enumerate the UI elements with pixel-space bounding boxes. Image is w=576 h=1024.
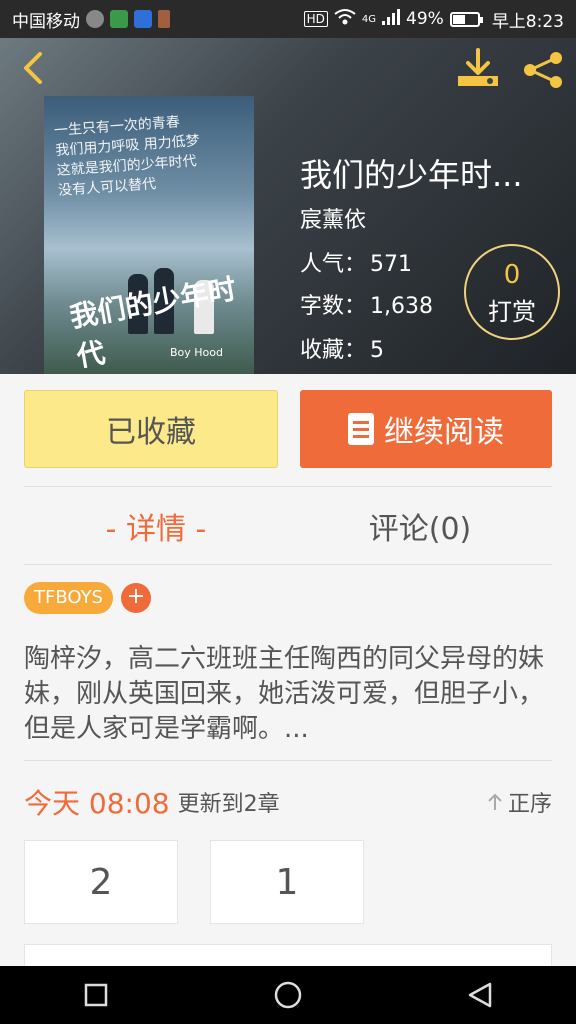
update-row: 今天 08:08 更新到2章 正序 (24, 782, 552, 822)
sort-order-toggle[interactable]: 正序 (486, 786, 552, 818)
lock-icon (110, 10, 128, 28)
share-icon (524, 52, 562, 88)
notification-icon (86, 10, 104, 28)
back-nav-button[interactable] (460, 975, 500, 1015)
cover-title: 我们的少年时代 (67, 272, 239, 374)
tag-chip[interactable]: TFBOYS (24, 582, 113, 614)
back-button[interactable] (14, 48, 54, 88)
triangle-back-icon (468, 982, 492, 1008)
signal-icon (382, 8, 401, 30)
book-header: 一生只有一次的青春 我们用力呼吸 用力低梦 这就是我们的少年时代 没有人可以替代… (0, 38, 576, 374)
hd-badge: HD (303, 11, 328, 27)
add-tag-button[interactable]: + (121, 583, 151, 613)
cover-subtitle: Boy Hood (170, 346, 223, 359)
book-icon (348, 413, 374, 445)
divider (24, 486, 552, 487)
favorited-button[interactable]: 已收藏 (24, 390, 278, 468)
continue-reading-button[interactable]: 继续阅读 (300, 390, 552, 468)
recent-apps-button[interactable] (76, 975, 116, 1015)
battery-percent: 49% (406, 9, 444, 29)
signal-label: 4G (361, 13, 377, 25)
tag-list: TFBOYS + (24, 582, 151, 614)
tab-comments[interactable]: 评论(0) (288, 490, 552, 562)
paw-icon (134, 10, 152, 28)
reward-label: 打赏 (488, 298, 536, 326)
system-nav-bar (0, 966, 576, 1024)
download-button[interactable] (456, 48, 500, 90)
reward-count: 0 (503, 260, 521, 290)
chapter-item[interactable]: 1 (210, 840, 364, 924)
stat-favorites: 收藏： 5 (300, 338, 385, 363)
battery-fill (452, 14, 465, 24)
wifi-icon (334, 8, 356, 31)
carrier-label: 中国移动 (12, 11, 80, 32)
stat-word-count: 字数： 1,638 (300, 294, 433, 319)
content-card (24, 944, 552, 966)
square-icon (84, 983, 108, 1007)
update-time: 今天 08:08 (24, 787, 170, 820)
download-icon (458, 48, 498, 86)
book-author[interactable]: 宸薰依 (300, 202, 366, 234)
home-button[interactable] (268, 975, 308, 1015)
book-title: 我们的少年时... (300, 156, 523, 194)
chapter-item[interactable]: 2 (24, 840, 178, 924)
book-cover[interactable]: 一生只有一次的青春 我们用力呼吸 用力低梦 这就是我们的少年时代 没有人可以替代… (44, 96, 254, 374)
battery-icon (449, 11, 483, 27)
divider (24, 564, 552, 565)
divider (24, 760, 552, 761)
status-bar: 中国移动 HD 4G 49% 早上8:23 (0, 0, 576, 38)
tab-bar: - 详情 - 评论(0) (24, 490, 552, 562)
clock: 早上8:23 (491, 11, 564, 32)
cover-handwriting: 一生只有一次的青春 我们用力呼吸 用力低梦 这就是我们的少年时代 没有人可以替代 (53, 114, 201, 199)
chapter-list: 2 1 (24, 840, 364, 924)
arrow-up-icon (488, 793, 502, 810)
tab-details[interactable]: - 详情 - (24, 490, 288, 562)
action-buttons: 已收藏 继续阅读 (24, 390, 552, 468)
book-description[interactable]: 陶梓汐，高二六班班主任陶西的同父异母的妹妹，刚从英国回来，她活泼可爱，但胆子小，… (24, 642, 552, 748)
chevron-left-icon (24, 52, 42, 84)
update-info: 更新到2章 (177, 792, 280, 817)
stat-popularity: 人气： 571 (300, 252, 413, 277)
app-icon (158, 10, 170, 28)
circle-icon (274, 981, 302, 1009)
share-button[interactable] (520, 50, 566, 90)
reward-button[interactable]: 0 打赏 (464, 244, 560, 340)
